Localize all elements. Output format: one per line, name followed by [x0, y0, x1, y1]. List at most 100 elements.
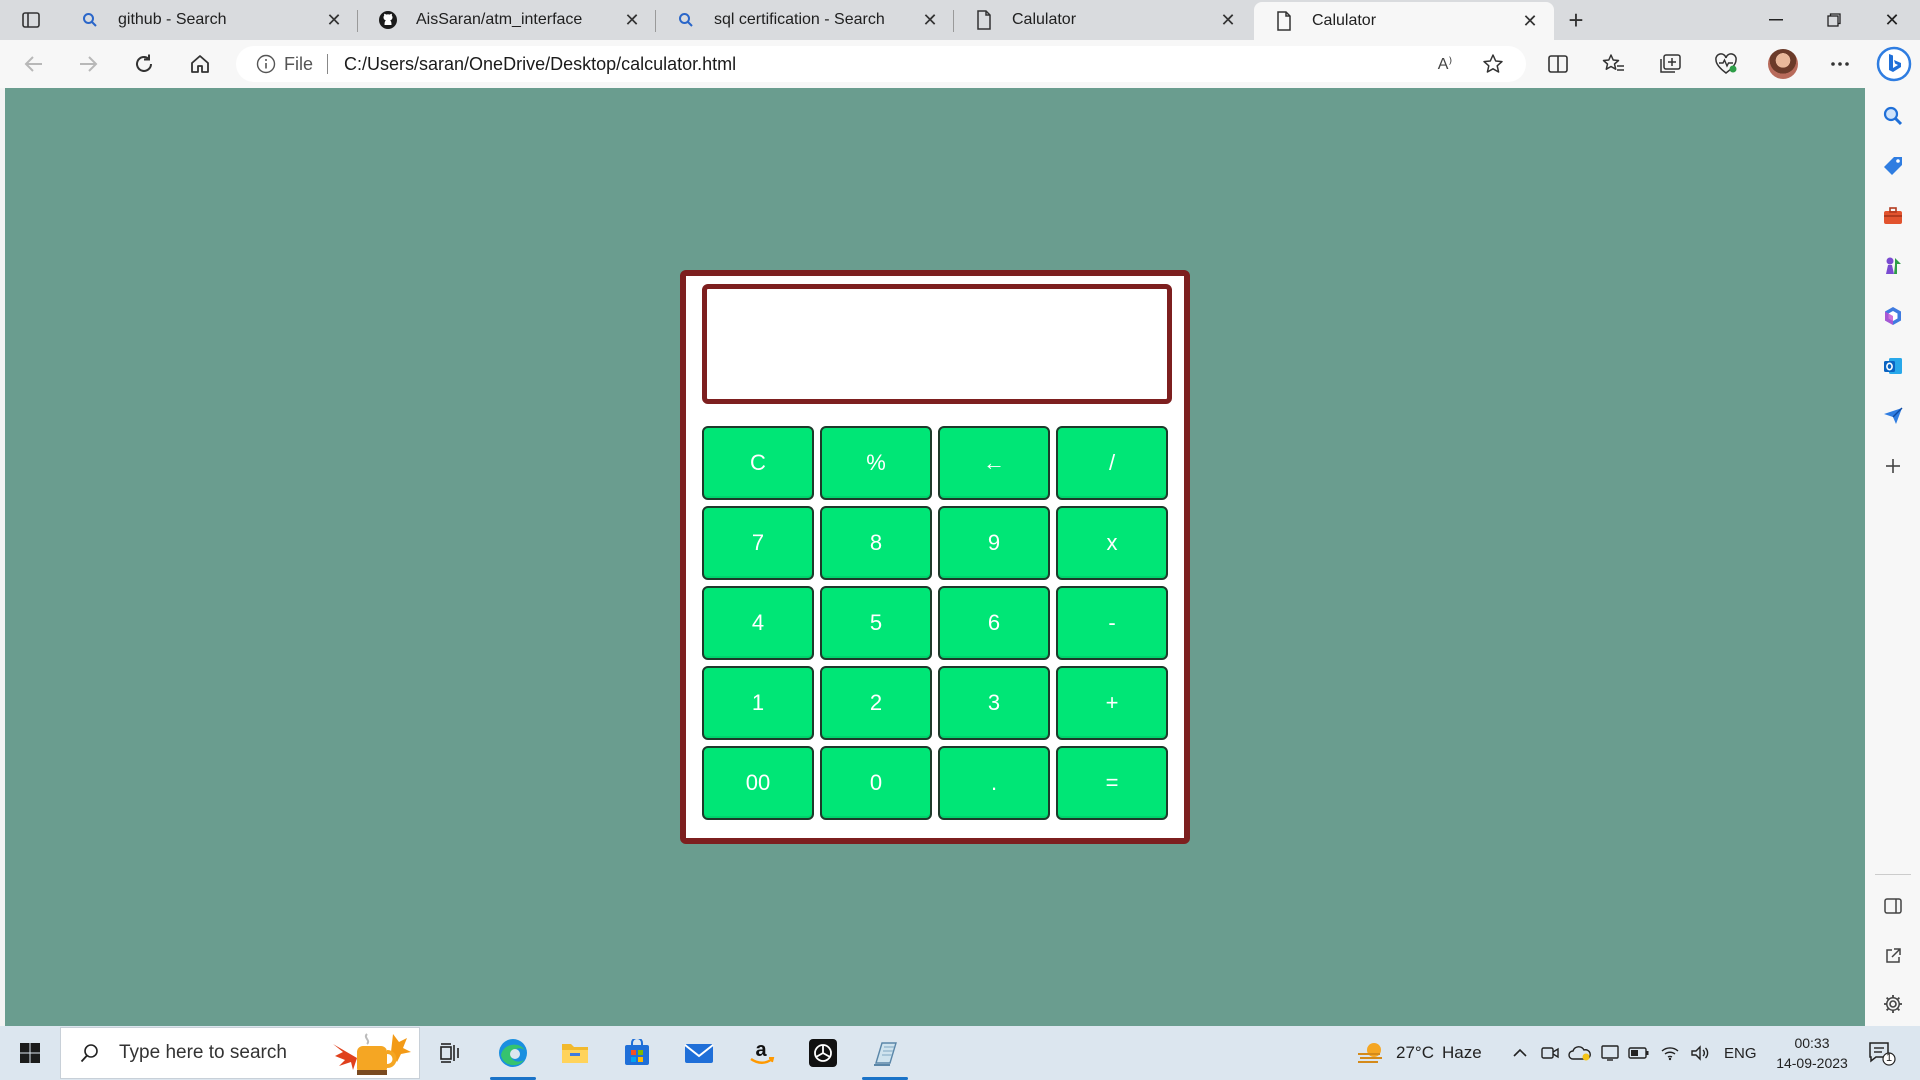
- task-view-icon[interactable]: [428, 1033, 474, 1073]
- github-icon: [378, 10, 398, 30]
- meet-now-icon[interactable]: [1540, 1026, 1560, 1080]
- amazon-icon[interactable]: a: [738, 1033, 784, 1073]
- tab-title: AisSaran/atm_interface: [416, 11, 583, 28]
- file-explorer-icon[interactable]: [552, 1033, 598, 1073]
- digit-7-button[interactable]: 7: [702, 506, 814, 580]
- microsoft-store-icon[interactable]: [614, 1033, 660, 1073]
- multiply-button[interactable]: x: [1056, 506, 1168, 580]
- open-external-icon[interactable]: [1877, 940, 1909, 972]
- browser-toolbar: File C:/Users/saran/OneDrive/Desktop/cal…: [0, 40, 1920, 88]
- add-button[interactable]: +: [1056, 666, 1168, 740]
- search-icon: [676, 10, 696, 30]
- tab-calculator[interactable]: Calulator ✕: [954, 0, 1252, 40]
- tab-title: Calulator: [1012, 11, 1077, 28]
- backspace-button[interactable]: ←: [938, 426, 1050, 500]
- tab-title: sql certification - Search: [714, 11, 885, 28]
- add-icon[interactable]: [1877, 450, 1909, 482]
- subtract-button[interactable]: -: [1056, 586, 1168, 660]
- divide-button[interactable]: /: [1056, 426, 1168, 500]
- show-hidden-icons-chevron[interactable]: [1512, 1026, 1528, 1080]
- notification-count: 1: [1885, 1052, 1893, 1064]
- digit-8-button[interactable]: 8: [820, 506, 932, 580]
- edge-taskbar-icon[interactable]: [490, 1033, 536, 1080]
- minimize-window-button[interactable]: [1748, 0, 1804, 40]
- calculator-display[interactable]: [702, 284, 1172, 404]
- settings-gear-icon[interactable]: [1877, 988, 1909, 1020]
- tab-actions-menu-icon[interactable]: [14, 8, 48, 32]
- close-tab-icon[interactable]: ✕: [322, 8, 346, 32]
- wifi-icon[interactable]: [1660, 1026, 1680, 1080]
- clock-time: 00:33: [1794, 1035, 1830, 1051]
- clock-date: 14-09-2023: [1776, 1055, 1848, 1071]
- close-tab-icon[interactable]: ✕: [1216, 8, 1240, 32]
- digit-3-button[interactable]: 3: [938, 666, 1050, 740]
- restore-window-button[interactable]: [1806, 0, 1862, 40]
- browser-essentials-icon[interactable]: [1710, 48, 1742, 80]
- digit-5-button[interactable]: 5: [820, 586, 932, 660]
- decimal-button[interactable]: .: [938, 746, 1050, 820]
- hide-sidebar-icon[interactable]: [1877, 890, 1909, 922]
- close-tab-icon[interactable]: ✕: [918, 8, 942, 32]
- close-tab-icon[interactable]: ✕: [1518, 9, 1542, 33]
- read-aloud-icon[interactable]: A⁾: [1432, 52, 1458, 76]
- mail-icon[interactable]: [676, 1033, 722, 1073]
- digit-0-button[interactable]: 0: [820, 746, 932, 820]
- close-window-button[interactable]: ✕: [1864, 0, 1920, 40]
- windows-start-icon[interactable]: [10, 1036, 50, 1070]
- search-icon: [80, 10, 100, 30]
- notepad-icon[interactable]: [862, 1033, 908, 1080]
- chatgpt-icon[interactable]: [800, 1033, 846, 1073]
- drop-send-icon[interactable]: [1877, 400, 1909, 432]
- home-button[interactable]: [182, 46, 218, 82]
- equals-button[interactable]: =: [1056, 746, 1168, 820]
- volume-icon[interactable]: [1690, 1026, 1710, 1080]
- outlook-icon[interactable]: [1877, 350, 1909, 382]
- edge-sidebar: [1865, 88, 1920, 1026]
- percent-button[interactable]: %: [820, 426, 932, 500]
- collections-icon[interactable]: [1654, 48, 1686, 80]
- tools-briefcase-icon[interactable]: [1877, 200, 1909, 232]
- info-icon[interactable]: [256, 54, 276, 74]
- clear-button[interactable]: C: [702, 426, 814, 500]
- tab-strip: github - Search ✕ AisSaran/atm_interface…: [0, 0, 1920, 40]
- profile-avatar[interactable]: [1768, 49, 1798, 79]
- double-zero-button[interactable]: 00: [702, 746, 814, 820]
- tab-atm-interface[interactable]: AisSaran/atm_interface ✕: [358, 0, 656, 40]
- more-options-icon[interactable]: [1824, 48, 1856, 80]
- back-button[interactable]: [16, 46, 52, 82]
- taskbar-search-box[interactable]: Type here to search: [60, 1027, 420, 1079]
- scheme-label: File: [284, 53, 314, 74]
- notifications-icon[interactable]: 1: [1868, 1026, 1896, 1080]
- url-text[interactable]: C:/Users/saran/OneDrive/Desktop/calculat…: [344, 54, 736, 75]
- sidebar-divider: [1875, 874, 1911, 875]
- digit-9-button[interactable]: 9: [938, 506, 1050, 580]
- shopping-tag-icon[interactable]: [1877, 150, 1909, 182]
- new-tab-button[interactable]: +: [1560, 4, 1592, 36]
- digit-4-button[interactable]: 4: [702, 586, 814, 660]
- close-tab-icon[interactable]: ✕: [620, 8, 644, 32]
- digit-6-button[interactable]: 6: [938, 586, 1050, 660]
- bing-copilot-icon[interactable]: [1874, 44, 1914, 84]
- refresh-button[interactable]: [126, 46, 162, 82]
- tab-sql-certification[interactable]: sql certification - Search ✕: [656, 0, 954, 40]
- onedrive-icon[interactable]: [1568, 1026, 1592, 1080]
- tab-calculator-active[interactable]: Calulator ✕: [1254, 2, 1554, 40]
- input-language[interactable]: ENG: [1724, 1026, 1757, 1080]
- address-bar[interactable]: File C:/Users/saran/OneDrive/Desktop/cal…: [236, 46, 1526, 82]
- weather-widget[interactable]: 27°C Haze: [1356, 1026, 1482, 1080]
- search-icon[interactable]: [1877, 100, 1909, 132]
- split-screen-icon[interactable]: [1542, 48, 1574, 80]
- tab-github-search[interactable]: github - Search ✕: [60, 0, 358, 40]
- games-icon[interactable]: [1877, 250, 1909, 282]
- battery-icon[interactable]: [1628, 1026, 1650, 1080]
- favorite-star-icon[interactable]: [1480, 52, 1506, 76]
- system-clock[interactable]: 00:33 14-09-2023: [1764, 1033, 1860, 1073]
- microsoft-365-icon[interactable]: [1877, 300, 1909, 332]
- digit-2-button[interactable]: 2: [820, 666, 932, 740]
- digit-1-button[interactable]: 1: [702, 666, 814, 740]
- search-icon: [75, 1042, 105, 1064]
- tab-title: Calulator: [1312, 12, 1377, 29]
- display-icon[interactable]: [1600, 1026, 1620, 1080]
- forward-button[interactable]: [70, 46, 106, 82]
- favorites-icon[interactable]: [1598, 48, 1630, 80]
